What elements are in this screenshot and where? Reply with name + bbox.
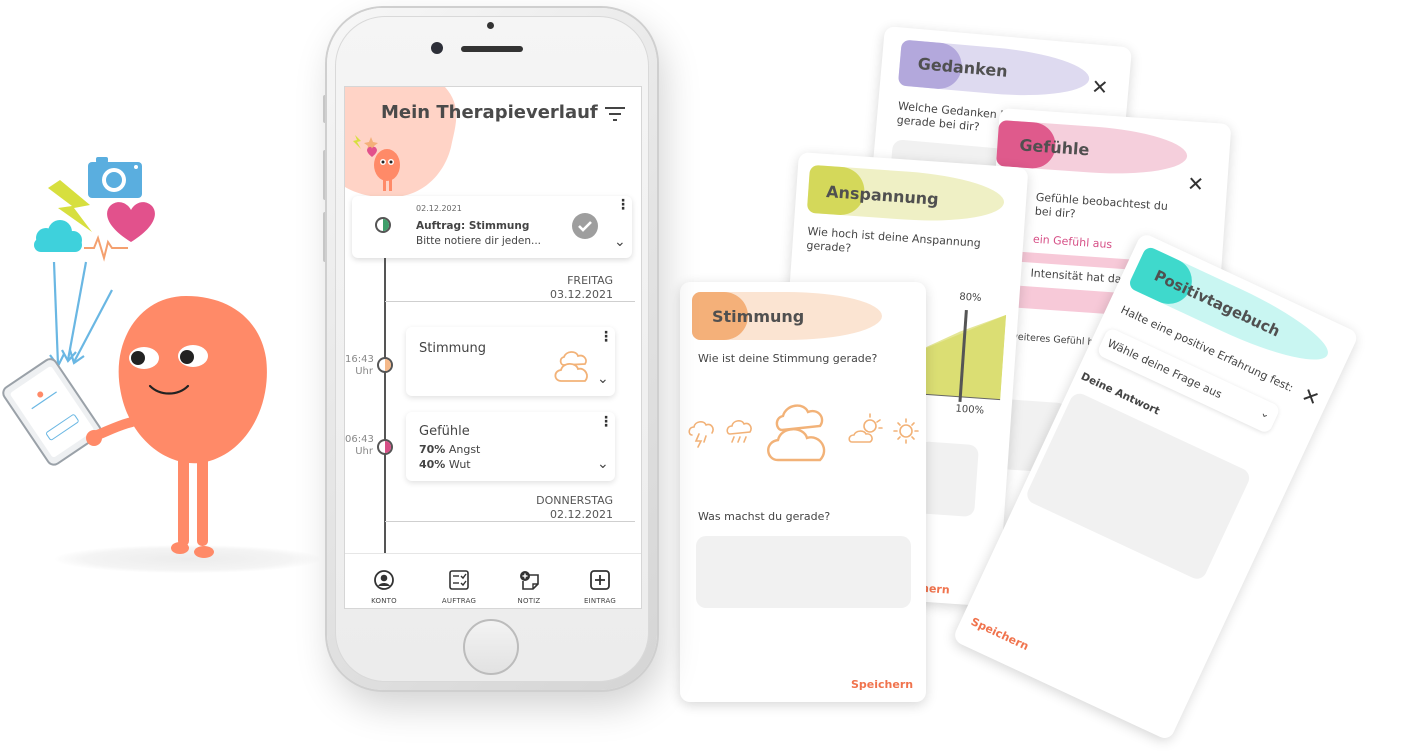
chevron-down-icon[interactable]: ⌄ [614, 234, 626, 250]
task-card[interactable]: 02.12.2021 Auftrag: Stimmung Bitte notie… [352, 196, 632, 258]
entry-dot [377, 357, 393, 373]
task-title: Auftrag: Stimmung [416, 220, 530, 232]
sun-icon [893, 418, 919, 444]
rain-icon [726, 420, 752, 443]
tablet-device [2, 358, 102, 466]
answer-input[interactable] [1024, 390, 1253, 583]
app-screen: Mein Therapieverlauf 02.12.2021 Auftrag:… [344, 86, 642, 609]
save-button[interactable]: Speichern [851, 678, 913, 691]
close-icon[interactable]: ✕ [1090, 74, 1109, 99]
entry-card-gefuehle[interactable]: Gefühle 70% Angst 40% Wut ⋮ ⌄ [406, 412, 615, 481]
day-header: DONNERSTAG 02.12.2021 [536, 494, 613, 521]
progress-dot [375, 217, 391, 233]
mood-question: Wie ist deine Stimmung gerade? [698, 352, 878, 365]
account-icon [374, 570, 394, 590]
activity-input[interactable] [696, 536, 911, 608]
mini-mascot [353, 135, 400, 191]
sun-cloud-icon [848, 413, 883, 443]
activity-question: Was machst du gerade? [698, 510, 831, 523]
card-question: Wie hoch ist deine Anspannung gerade? [806, 224, 982, 255]
cloud-icon [554, 351, 588, 382]
timeline [384, 258, 386, 580]
mascot-illustration [2, 157, 267, 558]
emotion-line: 70% Angst [419, 443, 481, 456]
card-title: Stimmung [712, 307, 805, 326]
more-icon[interactable]: ⋮ [616, 198, 630, 212]
nav-eintrag[interactable]: EINTRAG [563, 569, 637, 605]
chevron-down-icon[interactable]: ⌄ [597, 456, 609, 472]
entry-time: 06:43 Uhr [345, 434, 374, 457]
entry-time: 16:43 Uhr [345, 354, 374, 377]
task-icon [449, 570, 469, 590]
nav-auftrag[interactable]: AUFTRAG [422, 569, 496, 605]
add-entry-icon [590, 570, 610, 590]
tension-level-label: 80% [958, 291, 982, 305]
nav-notiz[interactable]: NOTIZ [492, 569, 566, 605]
camera-icon [88, 157, 142, 198]
heart-icon [107, 202, 155, 242]
day-header: FREITAG 03.12.2021 [550, 274, 613, 301]
more-icon[interactable]: ⋮ [599, 414, 613, 430]
note-icon [520, 571, 539, 590]
mascot-body [118, 296, 267, 464]
entry-card-stimmung[interactable]: Stimmung ⋮ ⌄ [406, 327, 615, 396]
page-title: Mein Therapieverlauf [381, 102, 598, 123]
cloud-icon [34, 220, 82, 252]
home-button[interactable] [463, 619, 519, 675]
mood-selector[interactable] [686, 390, 926, 468]
heartbeat-icon [84, 234, 128, 262]
close-icon[interactable]: ✕ [1186, 171, 1204, 196]
chevron-down-icon: ⌄ [1258, 405, 1273, 422]
emotion-line: 40% Wut [419, 458, 471, 471]
speaker [461, 46, 523, 52]
task-subtitle: Bitte notiere dir jeden... [416, 235, 542, 247]
filter-icon[interactable] [604, 105, 626, 123]
cloudy-icon [767, 404, 826, 462]
more-icon[interactable]: ⋮ [599, 329, 613, 345]
entry-dot [377, 439, 393, 455]
tension-max-label: 100% [955, 403, 985, 417]
task-date: 02.12.2021 [416, 204, 462, 213]
arrows-icon [49, 261, 113, 369]
nav-konto[interactable]: KONTO [347, 569, 421, 605]
entry-title: Gefühle [419, 424, 470, 439]
check-icon[interactable] [572, 213, 598, 239]
entry-title: Stimmung [419, 341, 487, 356]
save-button[interactable]: Speichern [969, 615, 1031, 653]
thunderstorm-icon [688, 421, 714, 448]
bottom-nav: KONTO AUFTRAG NOTIZ EINTRAG [345, 553, 641, 608]
card-question: Gefühle beobachtest du bei dir? [1034, 190, 1169, 221]
chevron-down-icon[interactable]: ⌄ [597, 371, 609, 387]
front-camera [431, 42, 443, 54]
stimmung-card: Stimmung Wie ist deine Stimmung gerade? [680, 282, 926, 702]
